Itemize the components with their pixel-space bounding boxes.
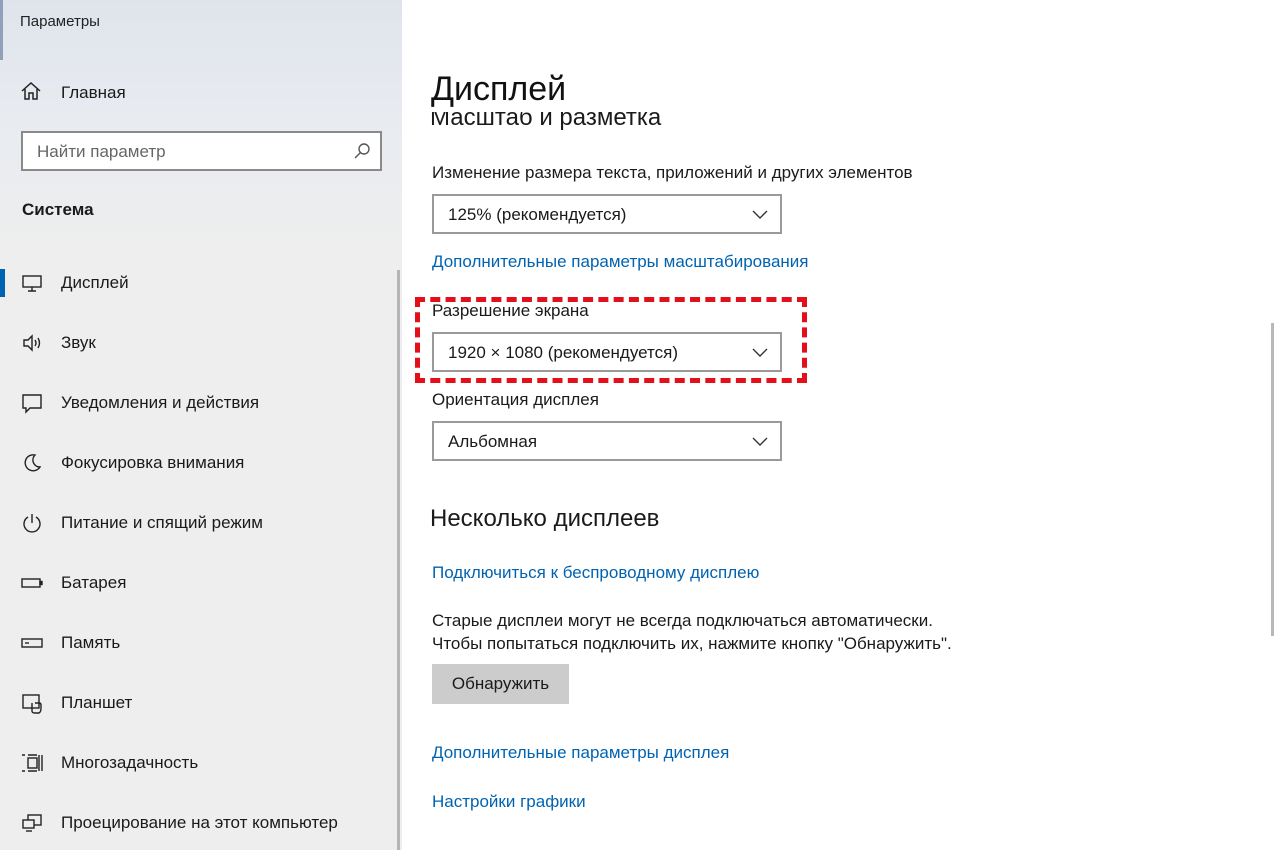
search-input[interactable]	[37, 141, 337, 163]
sidebar-item-label: Батарея	[61, 573, 127, 592]
chevron-down-icon	[752, 434, 768, 452]
sidebar-item-power-sleep[interactable]: Питание и спящий режим	[0, 493, 402, 553]
page-title: Дисплей	[431, 70, 577, 109]
detect-info-line-1: Старые дисплеи могут не всегда подключат…	[432, 611, 933, 630]
notification-icon	[20, 391, 44, 415]
sidebar-item-storage[interactable]: Память	[0, 613, 402, 673]
orientation-dropdown[interactable]: Альбомная	[432, 421, 782, 461]
sidebar-item-label: Фокусировка внимания	[61, 453, 245, 472]
advanced-display-link[interactable]: Дополнительные параметры дисплея	[432, 743, 729, 763]
battery-icon	[20, 571, 44, 595]
sidebar-item-label: Уведомления и действия	[61, 393, 260, 412]
sidebar-item-label: Звук	[61, 333, 96, 352]
home-label: Главная	[61, 83, 126, 102]
speaker-icon	[20, 331, 44, 355]
sidebar-item-label: Питание и спящий режим	[61, 513, 263, 532]
sidebar-acrylic-background	[0, 0, 402, 260]
resolution-label: Разрешение экрана	[432, 301, 589, 320]
multitasking-icon	[20, 751, 44, 775]
sidebar: Параметры Главная Система Дисплей	[0, 0, 402, 850]
window-title: Параметры	[20, 13, 100, 30]
storage-icon	[20, 631, 44, 655]
search-icon[interactable]	[353, 142, 371, 165]
moon-icon	[20, 451, 44, 475]
sidebar-item-label: Планшет	[61, 693, 133, 712]
sidebar-item-battery[interactable]: Батарея	[0, 553, 402, 613]
main-content: Масштаб и разметка Дисплей Изменение раз…	[402, 0, 1279, 850]
sidebar-item-projecting[interactable]: Проецирование на этот компьютер	[0, 793, 402, 850]
home-nav-item[interactable]: Главная	[20, 80, 126, 106]
sidebar-item-tablet[interactable]: Планшет	[0, 673, 402, 733]
sidebar-item-label: Проецирование на этот компьютер	[61, 813, 338, 832]
sidebar-item-display[interactable]: Дисплей	[0, 253, 402, 313]
multiple-displays-heading: Несколько дисплеев	[430, 505, 660, 532]
wireless-display-link[interactable]: Подключиться к беспроводному дисплею	[432, 563, 759, 583]
advanced-scaling-link[interactable]: Дополнительные параметры масштабирования	[432, 252, 808, 272]
orientation-value: Альбомная	[448, 432, 538, 451]
tablet-icon	[20, 691, 44, 715]
settings-search-box[interactable]	[21, 131, 382, 171]
projecting-icon	[20, 811, 44, 835]
chevron-down-icon	[752, 207, 768, 225]
scale-label: Изменение размера текста, приложений и д…	[432, 163, 913, 182]
sidebar-item-label: Память	[61, 633, 121, 652]
sidebar-item-multitasking[interactable]: Многозадачность	[0, 733, 402, 793]
resolution-value: 1920 × 1080 (рекомендуется)	[448, 343, 678, 362]
resolution-dropdown[interactable]: 1920 × 1080 (рекомендуется)	[432, 332, 782, 372]
main-scrollbar[interactable]	[1271, 323, 1274, 636]
monitor-icon	[20, 271, 44, 295]
chevron-down-icon	[752, 345, 768, 363]
sidebar-item-sound[interactable]: Звук	[0, 313, 402, 373]
sidebar-scrollbar[interactable]	[397, 270, 400, 850]
sidebar-item-focus-assist[interactable]: Фокусировка внимания	[0, 433, 402, 493]
section-title-system: Система	[22, 200, 94, 219]
window-edge	[0, 0, 3, 60]
sidebar-nav: Дисплей Звук Уведомления и действия Фоку…	[0, 253, 402, 850]
sidebar-item-label: Многозадачность	[61, 753, 199, 772]
orientation-label: Ориентация дисплея	[432, 390, 599, 409]
detect-info-line-2: Чтобы попытаться подключить их, нажмите …	[432, 634, 952, 653]
graphics-settings-link[interactable]: Настройки графики	[432, 792, 586, 812]
scale-dropdown[interactable]: 125% (рекомендуется)	[432, 194, 782, 234]
detect-button[interactable]: Обнаружить	[432, 664, 569, 704]
sidebar-item-label: Дисплей	[61, 273, 129, 292]
sidebar-item-notifications[interactable]: Уведомления и действия	[0, 373, 402, 433]
scale-value: 125% (рекомендуется)	[448, 205, 627, 224]
power-icon	[20, 511, 44, 535]
home-icon	[20, 80, 42, 107]
